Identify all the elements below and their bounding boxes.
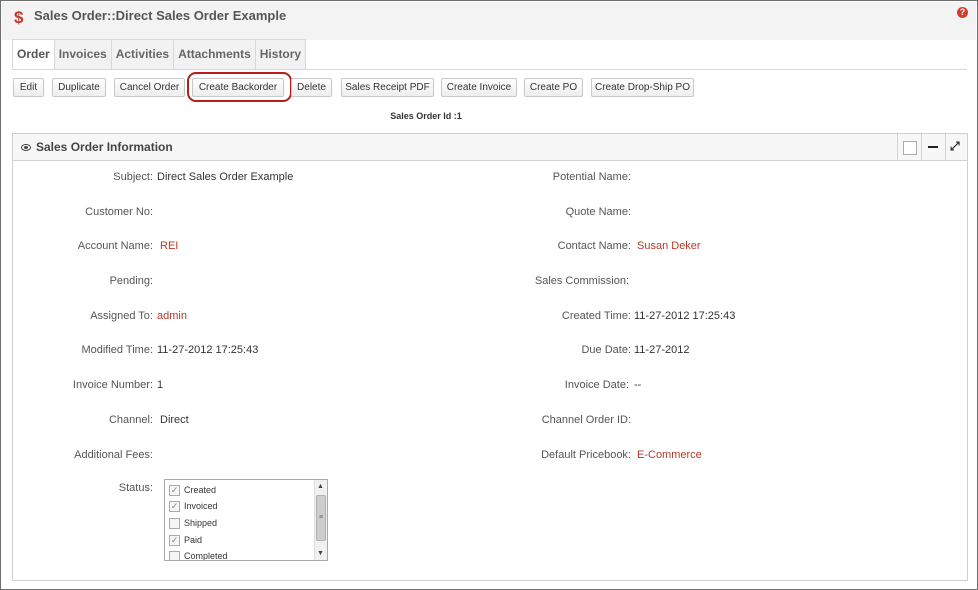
scroll-down-icon[interactable]: ▼	[317, 550, 324, 557]
create-invoice-button[interactable]: Create Invoice	[441, 78, 517, 97]
created-time-label: Created Time:	[561, 310, 631, 322]
status-option-paid[interactable]: ✓ Paid	[169, 532, 202, 548]
cancel-order-button[interactable]: Cancel Order	[114, 78, 185, 97]
channel-label: Channel:	[108, 414, 153, 426]
checkbox-checked-icon[interactable]: ✓	[169, 500, 180, 512]
panel-title: Sales Order Information	[36, 140, 173, 154]
sales-commission-label: Sales Commission:	[534, 275, 629, 287]
channel-value: Direct	[160, 414, 189, 426]
account-name-label: Account Name:	[77, 240, 153, 252]
assigned-to-label: Assigned To:	[90, 310, 153, 322]
status-option-created[interactable]: ✓ Created	[169, 482, 216, 498]
app-frame: $ Sales Order::Direct Sales Order Exampl…	[0, 0, 978, 590]
create-dropship-po-button[interactable]: Create Drop-Ship PO	[591, 78, 694, 97]
status-option-label: Invoiced	[184, 501, 218, 511]
eye-icon[interactable]	[21, 144, 31, 151]
tab-invoices[interactable]: Invoices	[54, 40, 112, 69]
additional-fees-label: Additional Fees:	[74, 449, 153, 461]
potential-name-label: Potential Name:	[552, 171, 631, 183]
due-date-value: 11-27-2012	[634, 344, 690, 356]
quote-name-label: Quote Name:	[565, 206, 631, 218]
customer-no-label: Customer No:	[85, 206, 153, 218]
tab-activities[interactable]: Activities	[111, 40, 175, 69]
status-option-label: Created	[184, 485, 217, 495]
delete-button[interactable]: Delete	[291, 78, 332, 97]
expand-icon[interactable]: ⤢	[950, 139, 960, 154]
tab-divider	[12, 69, 967, 70]
status-option-label: Paid	[184, 535, 203, 545]
status-option-completed[interactable]: Completed	[169, 548, 228, 561]
created-time-value: 11-27-2012 17:25:43	[634, 310, 736, 322]
edit-button[interactable]: Edit	[13, 78, 44, 97]
dollar-icon: $	[14, 8, 24, 27]
panel-header: Sales Order Information ⤢	[13, 134, 967, 161]
subject-label: Subject:	[113, 171, 153, 183]
pending-label: Pending:	[109, 275, 153, 287]
checkbox-checked-icon[interactable]: ✓	[169, 534, 180, 546]
checkbox-unchecked-icon[interactable]	[169, 517, 180, 529]
modified-time-value: 11-27-2012 17:25:43	[157, 344, 259, 356]
page-title: Sales Order::Direct Sales Order Example	[34, 8, 287, 23]
status-option-shipped[interactable]: Shipped	[169, 515, 217, 531]
sales-receipt-pdf-button[interactable]: Sales Receipt PDF	[341, 78, 434, 97]
tab-history[interactable]: History	[255, 40, 306, 69]
panel-color-control[interactable]	[897, 134, 919, 161]
invoice-date-label: Invoice Date:	[564, 379, 629, 391]
checkbox-checked-icon[interactable]: ✓	[169, 484, 180, 496]
default-pricebook-label: Default Pricebook:	[541, 449, 631, 461]
contact-name-label: Contact Name:	[557, 240, 631, 252]
tab-order[interactable]: Order	[13, 40, 55, 69]
status-label: Status:	[118, 482, 153, 494]
invoice-date-value: --	[634, 379, 642, 391]
scroll-thumb[interactable]: ≡	[316, 495, 326, 541]
invoice-number-value: 1	[157, 379, 164, 391]
tab-bar: Order Invoices Activities Attachments Hi…	[12, 39, 307, 69]
contact-name-link[interactable]: Susan Deker	[637, 240, 701, 252]
panel-expand-control[interactable]: ⤢	[945, 134, 967, 161]
minus-icon[interactable]	[928, 146, 938, 148]
help-icon[interactable]: ?	[957, 7, 968, 18]
status-option-invoiced[interactable]: ✓ Invoiced	[169, 498, 218, 514]
scroll-up-icon[interactable]: ▲	[317, 483, 324, 490]
sales-order-info-panel: Sales Order Information ⤢	[12, 133, 968, 581]
account-name-link[interactable]: REI	[160, 240, 178, 252]
create-backorder-button[interactable]: Create Backorder	[192, 78, 284, 97]
duplicate-button[interactable]: Duplicate	[52, 78, 106, 97]
create-po-button[interactable]: Create PO	[524, 78, 583, 97]
status-option-label: Shipped	[184, 518, 218, 528]
status-scrollbar[interactable]: ▲ ≡ ▼	[314, 480, 327, 560]
page-header: $ Sales Order::Direct Sales Order Exampl…	[2, 2, 976, 40]
subject-value: Direct Sales Order Example	[157, 171, 294, 183]
sales-order-id: Sales Order Id :1	[390, 111, 462, 121]
modified-time-label: Modified Time:	[81, 344, 153, 356]
assigned-to-link[interactable]: admin	[157, 310, 187, 322]
square-icon[interactable]	[903, 141, 917, 155]
due-date-label: Due Date:	[581, 344, 631, 356]
invoice-number-label: Invoice Number:	[72, 379, 153, 391]
checkbox-unchecked-icon[interactable]	[169, 550, 180, 560]
default-pricebook-link[interactable]: E-Commerce	[637, 449, 702, 461]
tab-attachments[interactable]: Attachments	[174, 40, 256, 69]
status-option-label: Completed	[184, 551, 228, 561]
status-multiselect[interactable]: ✓ Created ✓ Invoiced Shipped ✓ Paid Comp…	[164, 479, 328, 561]
channel-order-id-label: Channel Order ID:	[541, 414, 631, 426]
action-toolbar: Edit Duplicate Cancel Order Create Backo…	[1, 78, 978, 100]
panel-minimize-control[interactable]	[921, 134, 943, 161]
